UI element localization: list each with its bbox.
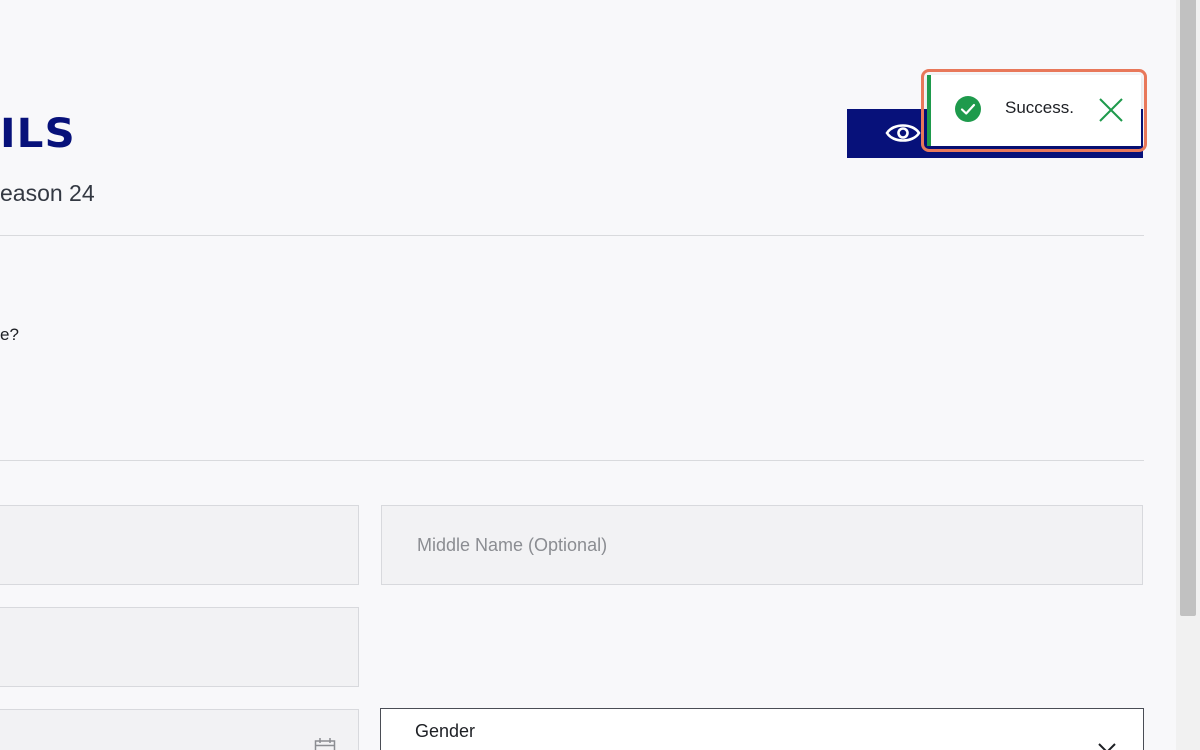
first-name-input[interactable] (0, 505, 359, 585)
check-circle-icon (955, 96, 981, 122)
chevron-down-icon (1098, 743, 1116, 750)
page: ILS eason 24 e? Gender Success. (0, 0, 1200, 750)
toast-message: Success. (1005, 98, 1074, 117)
eye-icon (885, 124, 921, 142)
success-toast: Success. (927, 75, 1141, 146)
close-icon[interactable] (1098, 97, 1124, 123)
section-divider (0, 460, 1144, 461)
date-of-birth-input[interactable] (0, 709, 359, 750)
page-title: ILS (0, 111, 76, 157)
calendar-icon[interactable] (314, 737, 336, 750)
scrollbar-thumb[interactable] (1180, 0, 1196, 616)
question-text: e? (0, 325, 19, 344)
section-divider (0, 235, 1144, 236)
last-name-input[interactable] (0, 607, 359, 687)
page-subtitle: eason 24 (0, 180, 95, 206)
gender-label: Gender (415, 721, 476, 741)
toast-accent-bar (927, 75, 931, 146)
gender-select[interactable]: Gender (380, 708, 1144, 750)
middle-name-input[interactable] (381, 505, 1143, 585)
